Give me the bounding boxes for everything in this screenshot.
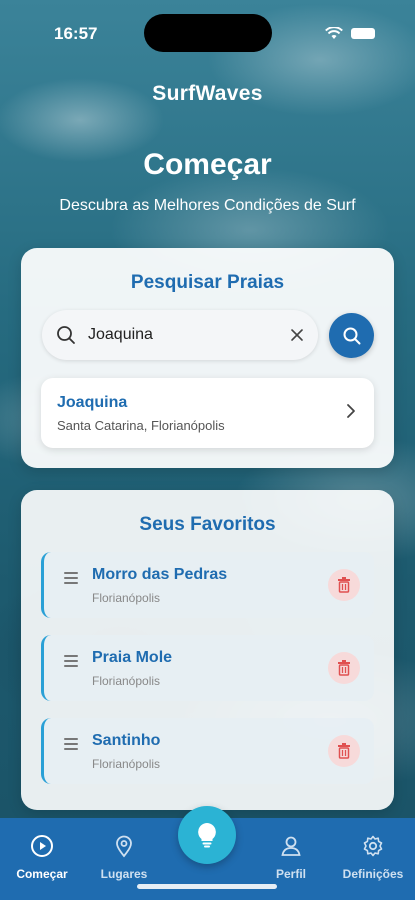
user-icon: [281, 836, 301, 856]
favorite-item[interactable]: Santinho Florianópolis: [41, 718, 374, 784]
lightbulb-icon: [198, 823, 216, 848]
search-card: Pesquisar Praias Joaquina Joaquina Santa…: [21, 248, 394, 468]
delete-button[interactable]: [328, 652, 360, 684]
trash-icon: [338, 577, 350, 593]
wifi-icon: [325, 27, 343, 39]
favorite-name: Santinho: [92, 732, 161, 749]
dynamic-island: [144, 14, 272, 52]
drag-handle-icon[interactable]: [64, 572, 78, 587]
tab-label: Começar: [16, 867, 68, 881]
favorite-city: Florianópolis: [92, 757, 161, 771]
result-location: Santa Catarina, Florianópolis: [57, 418, 225, 433]
tab-definicoes[interactable]: Definições: [338, 834, 408, 881]
search-query[interactable]: Joaquina: [88, 326, 290, 344]
search-icon: [343, 327, 360, 344]
favorite-city: Florianópolis: [92, 591, 161, 605]
trash-icon: [338, 660, 350, 676]
result-name: Joaquina: [57, 394, 128, 411]
delete-button[interactable]: [328, 569, 360, 601]
home-indicator: [137, 884, 277, 889]
tab-lugares[interactable]: Lugares: [89, 834, 159, 881]
search-result-item[interactable]: Joaquina Santa Catarina, Florianópolis: [41, 378, 374, 448]
status-icons: [325, 27, 375, 40]
clear-icon[interactable]: [290, 328, 304, 342]
page-title: Começar: [143, 148, 272, 181]
map-pin-icon: [116, 835, 132, 858]
play-circle-icon: [31, 835, 53, 857]
tab-perfil[interactable]: Perfil: [256, 834, 326, 881]
drag-handle-icon[interactable]: [64, 738, 78, 753]
status-time: 16:57: [54, 24, 98, 43]
tab-comecar[interactable]: Começar: [7, 834, 77, 881]
app-title: SurfWaves: [152, 82, 263, 105]
trash-icon: [338, 743, 350, 759]
search-icon: [57, 326, 75, 344]
tab-label: Definições: [342, 867, 404, 881]
favorite-item[interactable]: Morro das Pedras Florianópolis: [41, 552, 374, 618]
favorite-city: Florianópolis: [92, 674, 161, 688]
favorite-name: Morro das Pedras: [92, 566, 228, 583]
battery-icon: [351, 28, 375, 39]
search-card-title: Pesquisar Praias: [130, 272, 285, 293]
favorite-name: Praia Mole: [92, 649, 173, 666]
gear-icon: [363, 835, 383, 857]
chevron-right-icon: [347, 404, 355, 418]
search-input[interactable]: Joaquina: [42, 310, 318, 360]
favorite-item[interactable]: Praia Mole Florianópolis: [41, 635, 374, 701]
tab-label: Perfil: [275, 867, 306, 881]
search-button[interactable]: [329, 313, 374, 358]
favorites-card: Seus Favoritos Morro das Pedras Florianó…: [21, 490, 394, 810]
tab-label: Lugares: [100, 867, 148, 881]
delete-button[interactable]: [328, 735, 360, 767]
page-subtitle: Descubra as Melhores Condições de Surf: [59, 197, 356, 214]
status-bar: 16:57: [0, 0, 415, 60]
center-action-button[interactable]: [178, 806, 236, 864]
favorites-title: Seus Favoritos: [139, 514, 276, 535]
drag-handle-icon[interactable]: [64, 655, 78, 670]
